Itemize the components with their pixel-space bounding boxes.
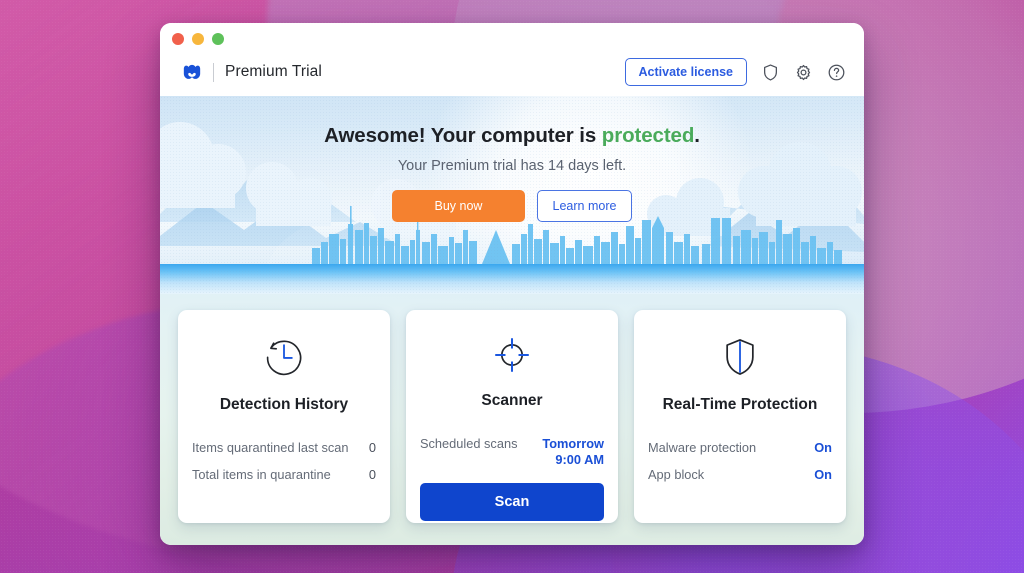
stat-row: Items quarantined last scan 0: [192, 440, 376, 455]
hero-banner: Awesome! Your computer is protected. You…: [160, 96, 864, 294]
stat-label: Items quarantined last scan: [192, 440, 349, 455]
stat-row: Malware protection On: [648, 440, 832, 455]
window-traffic-lights: [172, 33, 224, 45]
maximize-button[interactable]: [212, 33, 224, 45]
scan-button[interactable]: Scan: [420, 482, 604, 521]
scanner-target-icon: [489, 332, 535, 378]
stat-label: App block: [648, 467, 705, 482]
card-rows: Scheduled scans Tomorrow 9:00 AM: [420, 436, 604, 469]
card-real-time-protection[interactable]: Real-Time Protection Malware protection …: [634, 310, 846, 523]
hero-title-suffix: .: [694, 124, 700, 147]
dashboard-cards: Detection History Items quarantined last…: [160, 294, 864, 545]
card-rows: Items quarantined last scan 0 Total item…: [192, 440, 376, 482]
status-badge: On: [814, 467, 832, 482]
card-title: Detection History: [219, 396, 349, 413]
header-actions: Activate license: [624, 57, 847, 87]
hero-status-word: protected: [601, 124, 695, 147]
card-title: Real-Time Protection: [662, 396, 818, 413]
stat-value: 0: [368, 467, 376, 482]
activate-license-button[interactable]: Activate license: [624, 57, 747, 87]
minimize-button[interactable]: [192, 33, 204, 45]
stat-label: Malware protection: [648, 440, 757, 455]
card-rows: Malware protection On App block On: [648, 440, 832, 482]
stat-label: Scheduled scans: [420, 436, 518, 451]
hero-content: Awesome! Your computer is protected. You…: [160, 124, 864, 222]
hero-subtitle: Your Premium trial has 14 days left.: [397, 158, 627, 174]
stat-row: Scheduled scans Tomorrow 9:00 AM: [420, 436, 604, 469]
close-button[interactable]: [172, 33, 184, 45]
hero-title-prefix: Awesome! Your computer is: [324, 124, 602, 147]
hero-title: Awesome! Your computer is protected.: [160, 124, 864, 148]
card-scanner[interactable]: Scanner Scheduled scans Tomorrow 9:00 AM…: [406, 310, 618, 523]
stat-value: Tomorrow 9:00 AM: [542, 436, 604, 468]
card-detection-history[interactable]: Detection History Items quarantined last…: [178, 310, 390, 523]
buy-now-button[interactable]: Buy now: [392, 190, 525, 222]
status-badge: On: [814, 440, 832, 455]
shield-icon: [717, 332, 763, 382]
app-header: Premium Trial Activate license: [160, 48, 864, 96]
help-icon[interactable]: [827, 63, 846, 82]
brand-divider: [213, 62, 214, 82]
hero-buttons: Buy now Learn more: [160, 190, 864, 222]
brand-area: Premium Trial: [182, 62, 322, 82]
stat-row: Total items in quarantine 0: [192, 467, 376, 482]
gear-icon[interactable]: [794, 63, 813, 82]
learn-more-button[interactable]: Learn more: [537, 190, 632, 222]
stat-label: Total items in quarantine: [192, 467, 331, 482]
shield-icon[interactable]: [761, 63, 780, 82]
malwarebytes-logo-icon: [182, 62, 202, 82]
stat-row: App block On: [648, 467, 832, 482]
window-titlebar: Premium Trial Activate license: [160, 23, 864, 96]
stat-value: 0: [368, 440, 376, 455]
malwarebytes-window: Premium Trial Activate license Awesome! …: [160, 23, 864, 545]
card-title: Scanner: [481, 392, 543, 409]
clock-icon: [261, 332, 307, 382]
brand-title: Premium Trial: [225, 63, 322, 80]
